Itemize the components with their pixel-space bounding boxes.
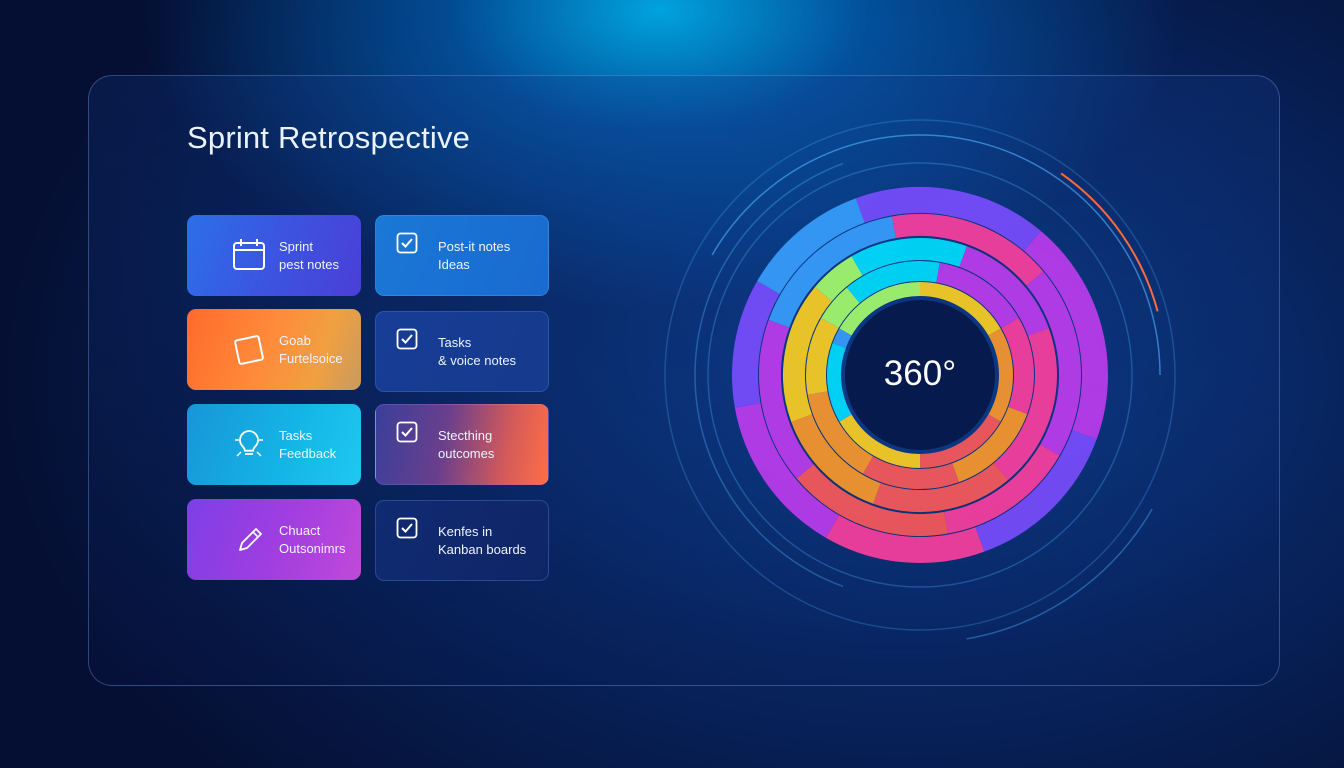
- card-line1: Stecthing: [438, 427, 493, 443]
- card-line1: Sprint: [279, 238, 313, 254]
- pencil-icon: [239, 528, 262, 551]
- card-tasks-voice-notes[interactable]: Tasks & voice notes: [375, 311, 549, 392]
- card-text: Chuact Outsonimrs: [279, 522, 345, 558]
- checkbox-icon: [396, 328, 418, 350]
- card-text: Post-it notes Ideas: [438, 238, 510, 274]
- card-line1: Chuact: [279, 522, 321, 538]
- radial-center-label: 360°: [883, 354, 957, 393]
- calendar-icon: [233, 239, 265, 270]
- card-line1: Tasks: [279, 427, 313, 443]
- card-line2: Ideas: [438, 256, 470, 272]
- checkbox-icon: [396, 232, 418, 254]
- card-tasks-feedback[interactable]: Tasks Feedback: [187, 404, 361, 485]
- ring-segment: [827, 343, 852, 422]
- card-line2: Feedback: [279, 445, 337, 461]
- card-sprint-notes[interactable]: Sprint pest notes: [187, 215, 361, 296]
- card-post-it-notes[interactable]: Post-it notes Ideas: [375, 215, 549, 296]
- page-title: Sprint Retrospective: [187, 120, 471, 155]
- checkbox-icon: [396, 421, 418, 443]
- card-line2: outcomes: [438, 445, 495, 461]
- card-text: Tasks & voice notes: [438, 334, 516, 370]
- card-line2: Kanban boards: [438, 541, 527, 557]
- card-goals[interactable]: Goab Furtelsoice: [187, 309, 361, 390]
- sticky-note-icon: [234, 335, 264, 365]
- card-text: Tasks Feedback: [279, 427, 336, 463]
- card-text: Kenfes in Kanban boards: [438, 523, 526, 559]
- ring-segment: [988, 328, 1013, 422]
- card-line2: Outsonimrs: [279, 540, 346, 556]
- card-line1: Goab: [279, 332, 311, 348]
- card-sketching-outcomes[interactable]: Stecthing outcomes: [375, 404, 549, 485]
- lightbulb-icon: [235, 430, 263, 457]
- card-kanban-boards[interactable]: Kenfes in Kanban boards: [375, 500, 549, 581]
- card-line1: Tasks: [438, 334, 472, 350]
- card-line1: Post-it notes: [438, 238, 511, 254]
- ring-segment: [832, 328, 852, 349]
- card-outcomes[interactable]: Chuact Outsonimrs: [187, 499, 361, 580]
- card-line2: & voice notes: [438, 352, 517, 368]
- card-text: Sprint pest notes: [279, 238, 339, 274]
- card-line1: Kenfes in: [438, 523, 493, 539]
- card-text: Goab Furtelsoice: [279, 332, 343, 368]
- checkbox-icon: [396, 517, 418, 539]
- card-line2: Furtelsoice: [279, 350, 343, 366]
- card-text: Stecthing outcomes: [438, 427, 494, 463]
- card-line2: pest notes: [279, 256, 339, 272]
